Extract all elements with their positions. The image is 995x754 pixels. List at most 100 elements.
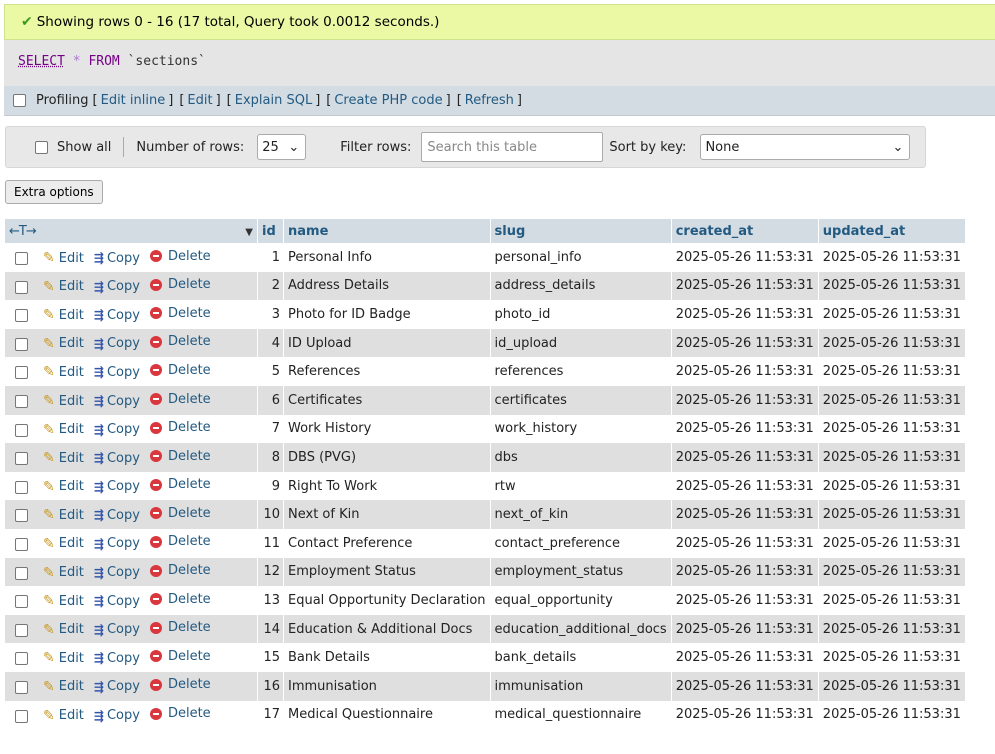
cell-updated-at[interactable]: 2025-05-26 11:53:31 — [818, 614, 966, 644]
copy-row-link[interactable]: ⇶ Copy — [94, 479, 140, 494]
cell-created-at[interactable]: 2025-05-26 11:53:31 — [671, 614, 819, 644]
cell-slug[interactable]: immunisation — [490, 671, 672, 701]
cell-id[interactable]: 9 — [257, 471, 284, 501]
delete-row-link[interactable]: Delete — [149, 449, 211, 464]
copy-row-link[interactable]: ⇶ Copy — [94, 279, 140, 294]
cell-updated-at[interactable]: 2025-05-26 11:53:31 — [818, 443, 966, 472]
cell-updated-at[interactable]: 2025-05-26 11:53:31 — [818, 528, 966, 558]
edit-row-link[interactable]: ✎ Edit — [43, 536, 84, 552]
delete-row-link[interactable]: Delete — [149, 649, 211, 664]
edit-row-link[interactable]: ✎ Edit — [43, 622, 84, 638]
row-checkbox[interactable] — [15, 595, 28, 609]
cell-slug[interactable]: personal_info — [490, 243, 672, 272]
cell-created-at[interactable]: 2025-05-26 11:53:31 — [671, 643, 819, 672]
cell-created-at[interactable]: 2025-05-26 11:53:31 — [671, 243, 819, 272]
cell-updated-at[interactable]: 2025-05-26 11:53:31 — [818, 557, 966, 587]
cell-created-at[interactable]: 2025-05-26 11:53:31 — [671, 471, 819, 501]
edit-row-link[interactable]: ✎ Edit — [43, 279, 84, 295]
cell-name[interactable]: Immunisation — [283, 671, 491, 701]
cell-updated-at[interactable]: 2025-05-26 11:53:31 — [818, 300, 966, 329]
column-header-created-at[interactable]: created_at — [676, 224, 754, 239]
column-header-slug[interactable]: slug — [495, 224, 526, 239]
cell-created-at[interactable]: 2025-05-26 11:53:31 — [671, 300, 819, 329]
cell-created-at[interactable]: 2025-05-26 11:53:31 — [671, 586, 819, 615]
cell-updated-at[interactable]: 2025-05-26 11:53:31 — [818, 586, 966, 615]
cell-id[interactable]: 4 — [257, 328, 284, 358]
delete-row-link[interactable]: Delete — [149, 392, 211, 407]
cell-name[interactable]: Work History — [283, 414, 491, 444]
row-checkbox[interactable] — [15, 280, 28, 294]
copy-row-link[interactable]: ⇶ Copy — [94, 251, 140, 266]
cell-id[interactable]: 1 — [257, 243, 284, 272]
cell-created-at[interactable]: 2025-05-26 11:53:31 — [671, 385, 819, 415]
row-checkbox[interactable] — [15, 652, 28, 666]
cell-created-at[interactable]: 2025-05-26 11:53:31 — [671, 671, 819, 701]
cell-updated-at[interactable]: 2025-05-26 11:53:31 — [818, 243, 966, 272]
sql-query-box[interactable]: SELECT * FROM `sections` — [4, 40, 995, 86]
cell-slug[interactable]: employment_status — [490, 557, 672, 587]
create-php-code-link[interactable]: Create PHP code — [334, 93, 442, 108]
column-header-id[interactable]: id — [262, 224, 276, 239]
cell-name[interactable]: Bank Details — [283, 643, 491, 672]
explain-sql-link[interactable]: Explain SQL — [235, 93, 312, 108]
column-header-updated-at[interactable]: updated_at — [823, 224, 905, 239]
row-checkbox[interactable] — [15, 337, 28, 351]
show-all-checkbox[interactable] — [35, 140, 48, 154]
profiling-checkbox[interactable] — [13, 94, 26, 107]
cell-updated-at[interactable]: 2025-05-26 11:53:31 — [818, 700, 966, 730]
column-header-name[interactable]: name — [288, 224, 328, 239]
row-checkbox[interactable] — [15, 423, 28, 437]
edit-row-link[interactable]: ✎ Edit — [43, 336, 84, 352]
cell-slug[interactable]: equal_opportunity — [490, 586, 672, 615]
edit-row-link[interactable]: ✎ Edit — [43, 708, 84, 724]
copy-row-link[interactable]: ⇶ Copy — [94, 651, 140, 666]
delete-row-link[interactable]: Delete — [149, 477, 211, 492]
copy-row-link[interactable]: ⇶ Copy — [94, 708, 140, 723]
cell-updated-at[interactable]: 2025-05-26 11:53:31 — [818, 414, 966, 444]
filter-input[interactable]: Search this table — [421, 132, 604, 162]
row-checkbox[interactable] — [15, 480, 28, 494]
cell-updated-at[interactable]: 2025-05-26 11:53:31 — [818, 357, 966, 386]
row-checkbox[interactable] — [15, 452, 28, 466]
cell-id[interactable]: 16 — [257, 671, 284, 701]
row-checkbox[interactable] — [15, 566, 28, 580]
cell-name[interactable]: Contact Preference — [283, 528, 491, 558]
cell-name[interactable]: Education & Additional Docs — [283, 614, 491, 644]
cell-slug[interactable]: education_additional_docs — [490, 614, 672, 644]
edit-row-link[interactable]: ✎ Edit — [43, 593, 84, 609]
copy-row-link[interactable]: ⇶ Copy — [94, 422, 140, 437]
cell-created-at[interactable]: 2025-05-26 11:53:31 — [671, 414, 819, 444]
cell-name[interactable]: Employment Status — [283, 557, 491, 587]
delete-row-link[interactable]: Delete — [149, 706, 211, 721]
cell-created-at[interactable]: 2025-05-26 11:53:31 — [671, 500, 819, 529]
cell-slug[interactable]: dbs — [490, 443, 672, 472]
edit-row-link[interactable]: ✎ Edit — [43, 422, 84, 438]
delete-row-link[interactable]: Delete — [149, 306, 211, 321]
extra-options-button[interactable]: Extra options — [5, 180, 103, 204]
cell-updated-at[interactable]: 2025-05-26 11:53:31 — [818, 500, 966, 529]
copy-row-link[interactable]: ⇶ Copy — [94, 679, 140, 694]
cell-id[interactable]: 2 — [257, 271, 284, 301]
cell-name[interactable]: DBS (PVG) — [283, 443, 491, 472]
cell-updated-at[interactable]: 2025-05-26 11:53:31 — [818, 471, 966, 501]
cell-slug[interactable]: id_upload — [490, 328, 672, 358]
cell-slug[interactable]: contact_preference — [490, 528, 672, 558]
cell-name[interactable]: Address Details — [283, 271, 491, 301]
cell-created-at[interactable]: 2025-05-26 11:53:31 — [671, 328, 819, 358]
edit-inline-link[interactable]: Edit inline — [101, 93, 166, 108]
cell-slug[interactable]: references — [490, 357, 672, 386]
cell-name[interactable]: References — [283, 357, 491, 386]
cell-id[interactable]: 15 — [257, 643, 284, 672]
row-checkbox[interactable] — [15, 623, 28, 637]
edit-row-link[interactable]: ✎ Edit — [43, 650, 84, 666]
cell-slug[interactable]: next_of_kin — [490, 500, 672, 529]
edit-row-link[interactable]: ✎ Edit — [43, 393, 84, 409]
cell-id[interactable]: 14 — [257, 614, 284, 644]
copy-row-link[interactable]: ⇶ Copy — [94, 336, 140, 351]
copy-row-link[interactable]: ⇶ Copy — [94, 394, 140, 409]
cell-name[interactable]: Right To Work — [283, 471, 491, 501]
edit-row-link[interactable]: ✎ Edit — [43, 450, 84, 466]
cell-updated-at[interactable]: 2025-05-26 11:53:31 — [818, 671, 966, 701]
edit-row-link[interactable]: ✎ Edit — [43, 565, 84, 581]
cell-name[interactable]: Next of Kin — [283, 500, 491, 529]
